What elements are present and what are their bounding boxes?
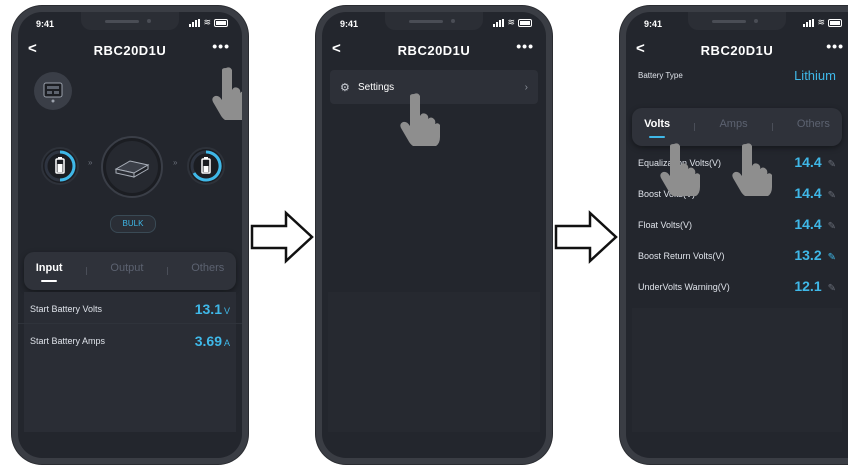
row-label: Start Battery Amps [30,336,106,346]
wifi-icon: ≋ [817,17,825,27]
row-value: 3.69 A [194,333,230,349]
screen-dashboard: 9:41 ≋ < RBC20D1U ••• » » BULK Input Out… [18,12,242,458]
row-value: 13.1 V [194,300,230,317]
screen-battery-settings: 9:41 ≋ < RBC20D1U ••• Battery Type Lithi… [626,12,848,458]
tab-volts[interactable]: Volts [644,118,670,138]
status-icons: ≋ [803,17,842,28]
tab-divider [166,267,168,275]
battery-type-row[interactable]: Battery Type Lithium [626,62,848,88]
pencil-icon[interactable]: ✎ [828,283,836,294]
battery-type-value: Lithium [794,67,836,83]
more-icon[interactable]: ••• [516,38,534,54]
signal-icon [803,18,815,27]
tab-amps[interactable]: Amps [719,118,747,136]
phone-frame-3: 9:41 ≋ < RBC20D1U ••• Battery Type Lithi… [620,6,848,464]
row-label: Float Volts(V) [638,220,693,230]
arrow-right-icon [250,210,314,264]
status-icons: ≋ [189,17,228,28]
page-title: RBC20D1U [93,43,167,58]
tab-divider [86,267,87,275]
start-battery-icon[interactable] [40,146,80,186]
signal-icon [189,18,201,27]
row-label: UnderVolts Warning(V) [638,282,730,292]
row-label: Boost Return Volts(V) [638,251,725,261]
notch [81,12,179,30]
row-label: Start Battery Volts [30,303,103,314]
arrow-right-icon [554,210,618,264]
device-icon[interactable] [34,72,72,110]
notch [385,12,483,30]
status-time: 9:41 [36,19,55,29]
tab-bar: Volts Amps Others [632,108,842,146]
tab-others[interactable]: Others [797,118,830,136]
tab-others[interactable]: Others [191,262,224,280]
signal-icon [493,18,505,27]
list-item[interactable]: Boost Return Volts(V) 13.2 ✎ [626,241,848,271]
battery-status-icon [828,18,842,27]
phone-frame-1: 9:41 ≋ < RBC20D1U ••• » » BULK Input Out… [12,6,248,464]
row-value: 14.4 [794,185,822,201]
battery-status-icon [214,18,228,27]
page-title: RBC20D1U [397,43,471,58]
tab-output[interactable]: Output [110,262,143,280]
status-time: 9:41 [340,19,359,29]
list-item: Start Battery Volts 13.1 V [18,294,242,324]
hand-pointer-icon [400,92,440,146]
menu-item-label: Settings [358,81,395,93]
list-item: Start Battery Amps 3.69 A [18,326,242,356]
hand-pointer-icon [732,142,772,196]
tab-input[interactable]: Input [36,262,63,282]
pencil-icon[interactable]: ✎ [828,221,836,232]
more-icon[interactable]: ••• [826,38,844,54]
row-value-group: 14.4 ✎ [794,185,836,203]
row-value: 12.1 [794,278,822,294]
row-value-group: 14.4 ✎ [794,216,836,234]
list-item[interactable]: UnderVolts Warning(V) 12.1 ✎ [626,272,848,302]
pencil-icon[interactable]: ✎ [828,159,836,170]
status-time: 9:41 [644,19,663,29]
row-label: Battery Type [638,70,683,80]
row-value: 13.2 [794,247,822,263]
notch [688,12,786,30]
battery-status-icon [518,18,532,27]
screen-menu: 9:41 ≋ < RBC20D1U ••• ⚙ Settings › [322,12,546,458]
tab-divider [771,123,773,131]
flow-dots-left: » [88,158,93,167]
mode-badge: BULK [110,215,156,233]
wifi-icon: ≋ [203,17,211,27]
wifi-icon: ≋ [507,17,515,27]
values-panel [632,308,842,432]
row-value-group: 12.1 ✎ [794,278,836,296]
tab-bar: Input Output Others [24,252,236,290]
charger-icon[interactable] [100,135,164,199]
flow-dots-right: » [173,158,178,167]
row-value: 14.4 [794,216,822,232]
row-value-group: 14.4 ✎ [794,154,836,172]
more-icon[interactable]: ••• [212,38,230,54]
hand-pointer-icon [660,142,700,196]
tab-divider [694,123,696,131]
pencil-icon[interactable]: ✎ [828,252,836,263]
house-battery-icon[interactable] [186,146,226,186]
chevron-right-icon: › [524,81,528,93]
page-title: RBC20D1U [700,43,774,58]
pencil-icon[interactable]: ✎ [828,190,836,201]
gear-icon: ⚙ [340,81,350,94]
status-icons: ≋ [493,17,532,28]
hand-pointer-icon [212,66,242,120]
row-value: 14.4 [794,154,822,170]
row-value-group: 13.2 ✎ [794,247,836,265]
list-item[interactable]: Float Volts(V) 14.4 ✎ [626,210,848,240]
phone-frame-2: 9:41 ≋ < RBC20D1U ••• ⚙ Settings › [316,6,552,464]
overlay-panel [328,292,540,432]
